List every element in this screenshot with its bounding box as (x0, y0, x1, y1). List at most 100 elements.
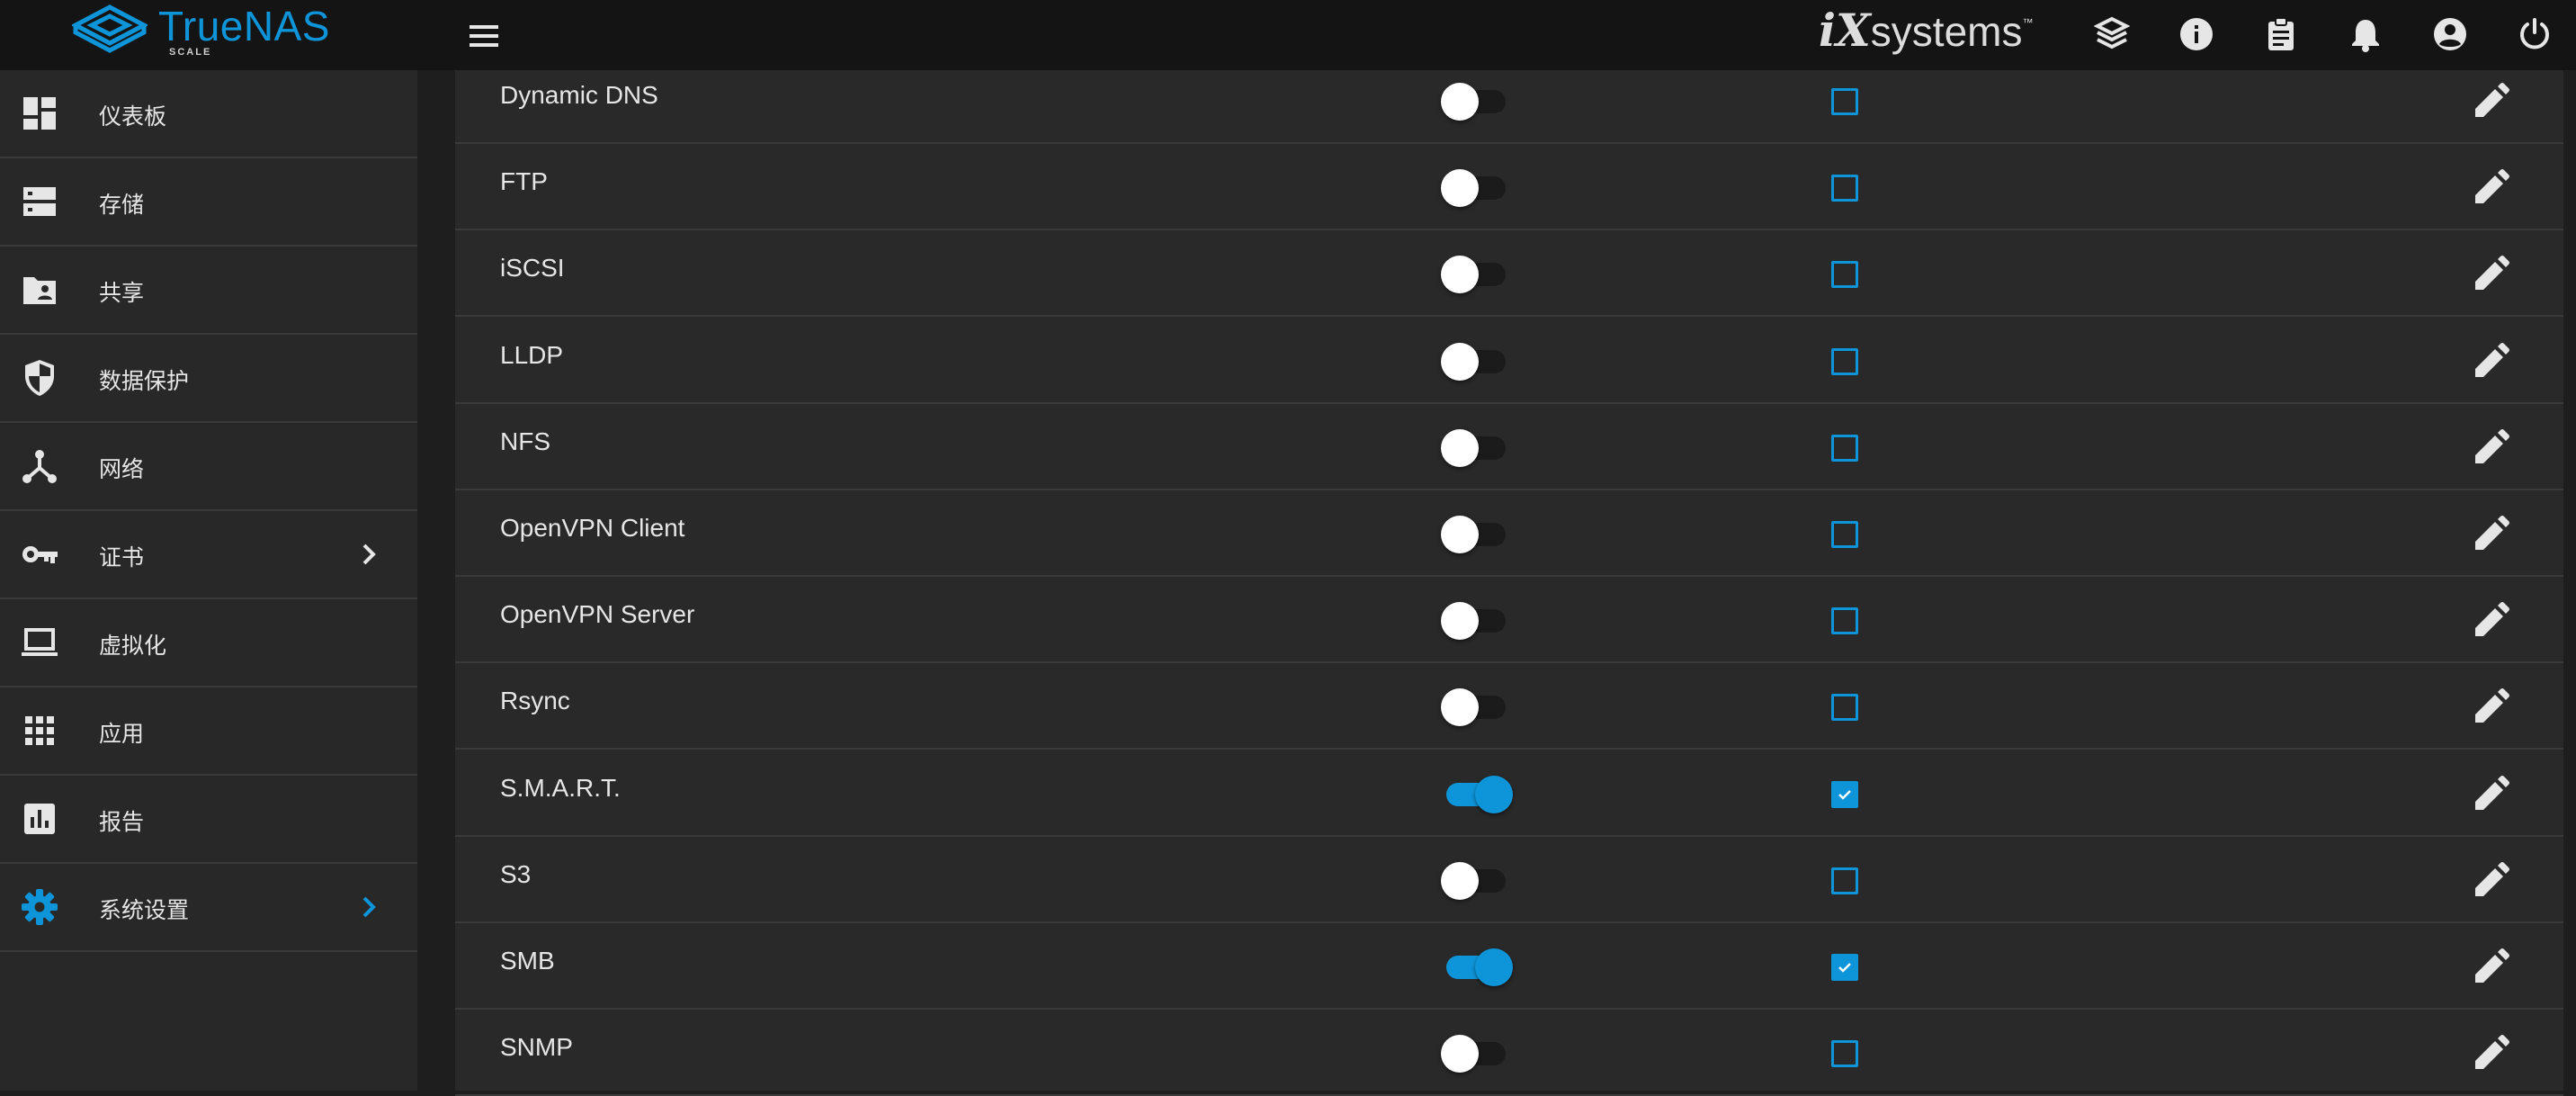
edit-pencil-icon (2475, 861, 2509, 896)
start-automatically-checkbox[interactable] (1831, 694, 1858, 722)
sidebar-item-label: 系统设置 (99, 898, 190, 923)
start-automatically-checkbox[interactable] (1831, 261, 1858, 289)
service-running-toggle[interactable] (1441, 516, 1513, 553)
account-circle-icon (2434, 18, 2466, 50)
service-row: SMB (455, 921, 2563, 1010)
start-automatically-checkbox[interactable] (1831, 780, 1858, 808)
service-running-toggle[interactable] (1441, 256, 1513, 294)
account-button[interactable] (2427, 11, 2473, 58)
toggle-thumb (1441, 516, 1479, 553)
sidebar-item-certificates[interactable]: 证书 (0, 511, 417, 599)
security-shield-icon (25, 360, 54, 396)
start-automatically-checkbox[interactable] (1831, 1040, 1858, 1068)
edit-pencil-icon (2475, 775, 2509, 810)
edit-button[interactable] (2470, 774, 2511, 815)
apps-grid-icon (25, 716, 54, 745)
edit-button[interactable] (2470, 514, 2511, 555)
sidebar-item-dashboard[interactable]: 仪表板 (0, 70, 417, 158)
info-button[interactable] (2173, 11, 2220, 58)
service-name: SNMP (500, 1033, 573, 1062)
start-automatically-checkbox[interactable] (1831, 88, 1858, 115)
sidebar-item-label: 网络 (99, 457, 145, 482)
edit-button[interactable] (2470, 81, 2511, 122)
service-running-toggle[interactable] (1441, 775, 1513, 813)
key-icon (22, 546, 58, 563)
notifications-bell-icon (2352, 20, 2379, 52)
power-button[interactable] (2511, 11, 2558, 58)
service-row: OpenVPN Server (455, 575, 2563, 664)
truecommand-button[interactable] (2089, 11, 2135, 58)
service-row: NFS (455, 402, 2563, 490)
edit-button[interactable] (2470, 167, 2511, 209)
edit-button[interactable] (2470, 1033, 2511, 1074)
service-running-toggle[interactable] (1441, 428, 1513, 467)
menu-toggle-button[interactable] (464, 16, 504, 56)
service-running-toggle[interactable] (1441, 948, 1513, 986)
edit-pencil-icon (2475, 1035, 2509, 1070)
start-automatically-checkbox[interactable] (1831, 347, 1858, 375)
edit-button[interactable] (2470, 687, 2511, 728)
service-running-toggle[interactable] (1441, 861, 1513, 900)
sidebar-item-storage[interactable]: 存储 (0, 158, 417, 247)
edit-button[interactable] (2470, 427, 2511, 469)
services-table: Dynamic DNS FTP iSCSI LLDP NFS OpenVPN C… (455, 70, 2563, 1096)
sidebar-item-reporting[interactable]: 报告 (0, 776, 417, 864)
sidebar-item-data-protection[interactable]: 数据保护 (0, 335, 417, 423)
service-name: OpenVPN Client (500, 514, 685, 542)
start-automatically-checkbox[interactable] (1831, 867, 1858, 894)
edit-button[interactable] (2470, 860, 2511, 902)
sidebar-item-network[interactable]: 网络 (0, 423, 417, 511)
dashboard-icon (23, 97, 56, 130)
service-row: OpenVPN Client (455, 489, 2563, 577)
edit-button[interactable] (2470, 947, 2511, 988)
start-automatically-checkbox[interactable] (1831, 434, 1858, 462)
start-automatically-checkbox[interactable] (1831, 607, 1858, 635)
edit-button[interactable] (2470, 600, 2511, 642)
service-name: SMB (500, 947, 555, 975)
service-running-toggle[interactable] (1441, 602, 1513, 641)
task-manager-button[interactable] (2258, 11, 2304, 58)
notifications-button[interactable] (2342, 11, 2389, 58)
service-row: S3 (455, 835, 2563, 923)
brand-edition: SCALE (169, 47, 212, 58)
service-name: FTP (500, 167, 548, 196)
toggle-thumb (1441, 1035, 1479, 1074)
start-automatically-checkbox[interactable] (1831, 521, 1858, 548)
sidebar-item-apps[interactable]: 应用 (0, 687, 417, 776)
chevron-right-icon (362, 896, 376, 918)
start-automatically-checkbox[interactable] (1831, 175, 1858, 202)
toggle-thumb (1441, 342, 1479, 381)
sidebar-item-virtualization[interactable]: 虚拟化 (0, 599, 417, 687)
service-running-toggle[interactable] (1441, 83, 1513, 121)
toggle-thumb (1475, 775, 1513, 813)
power-icon (2520, 18, 2549, 49)
toggle-thumb (1441, 688, 1479, 727)
service-running-toggle[interactable] (1441, 688, 1513, 727)
toggle-thumb (1441, 861, 1479, 900)
sidebar-item-system-settings[interactable]: 系统设置 (0, 864, 417, 952)
check-icon (1838, 789, 1851, 800)
toggle-thumb (1441, 83, 1479, 121)
trademark-mark: ™ (2022, 16, 2034, 29)
service-name: S.M.A.R.T. (500, 773, 621, 802)
service-name: Dynamic DNS (500, 81, 658, 109)
sidebar-item-label: 仪表板 (99, 104, 167, 130)
edit-button[interactable] (2470, 341, 2511, 382)
edit-button[interactable] (2470, 254, 2511, 295)
truenas-logo-icon (72, 4, 148, 53)
sidebar-nav: 仪表板 存储 共享 数据保护 网络 证书 虚拟化 应用 报告 系统设置 (0, 70, 417, 1091)
sidebar-item-shares[interactable]: 共享 (0, 247, 417, 335)
service-running-toggle[interactable] (1441, 342, 1513, 381)
service-running-toggle[interactable] (1441, 1035, 1513, 1074)
toggle-thumb (1441, 169, 1479, 208)
sidebar-item-label: 应用 (99, 722, 145, 747)
start-automatically-checkbox[interactable] (1831, 954, 1858, 981)
ixsystems-logo[interactable]: iXsystems™ (1819, 4, 2033, 59)
service-running-toggle[interactable] (1441, 169, 1513, 208)
edit-pencil-icon (2475, 516, 2509, 550)
edit-pencil-icon (2475, 428, 2509, 463)
toggle-thumb (1475, 948, 1513, 986)
edit-pencil-icon (2475, 83, 2509, 117)
service-row: Dynamic DNS (455, 56, 2563, 144)
service-name: LLDP (500, 340, 564, 369)
